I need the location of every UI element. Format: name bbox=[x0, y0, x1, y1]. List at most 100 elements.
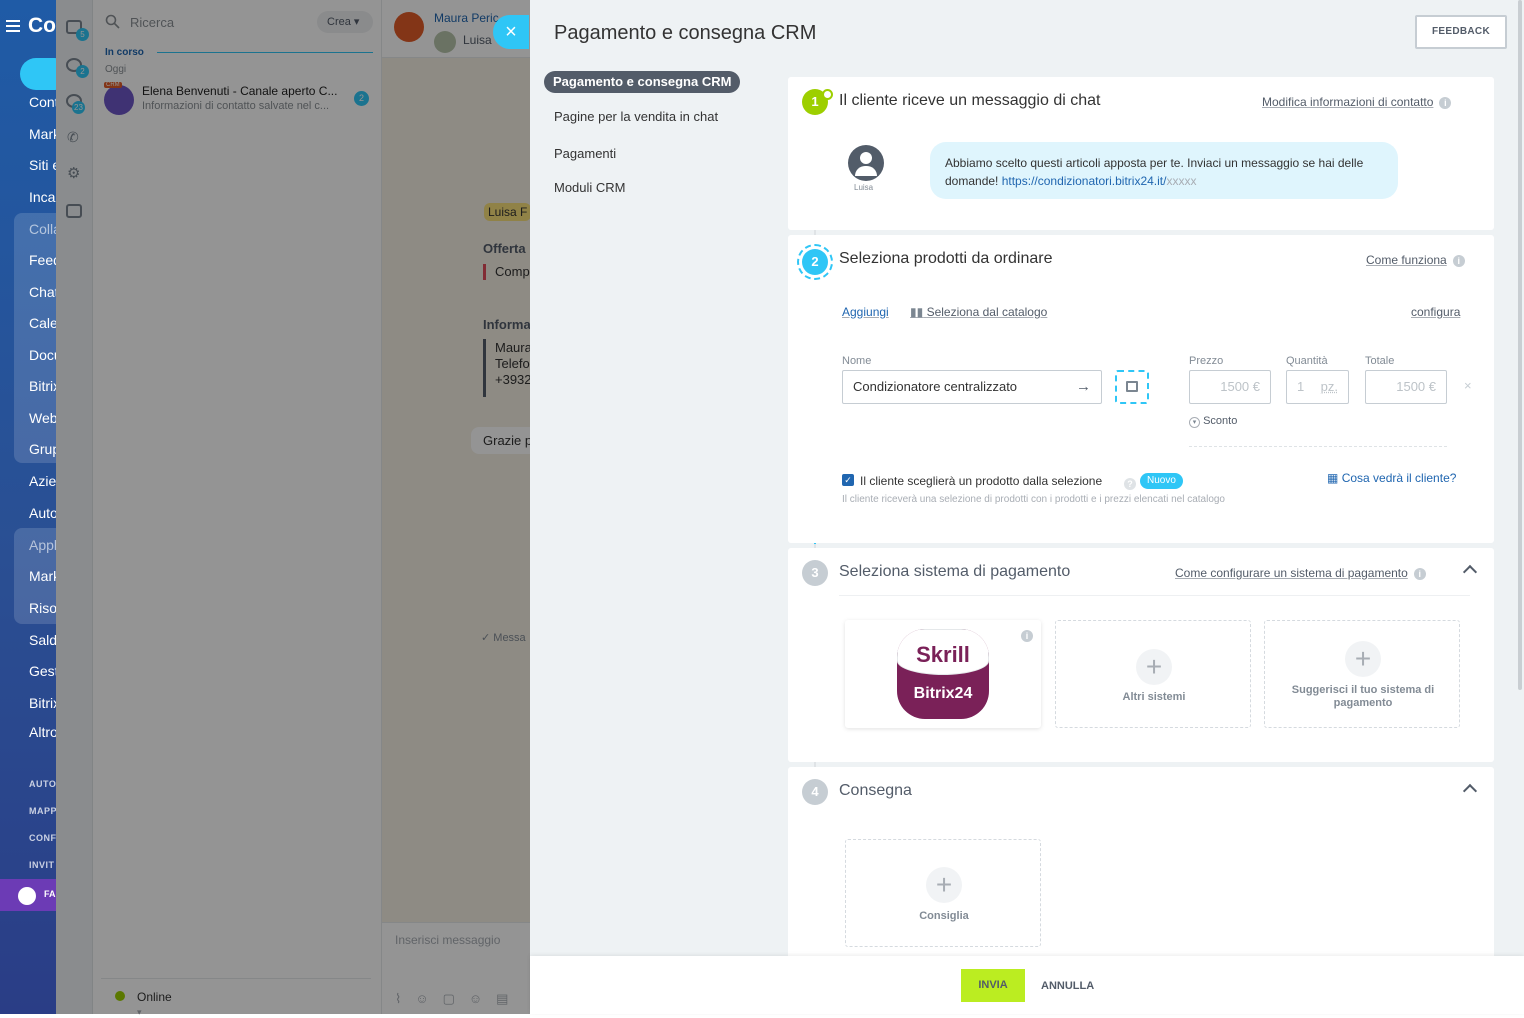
delivery-tile-recommend[interactable]: + Consiglia bbox=[845, 839, 1041, 947]
customer-preview-link[interactable]: ▦ Cosa vedrà il cliente? bbox=[1327, 471, 1456, 485]
menu-item[interactable]: Auto bbox=[29, 505, 56, 521]
discount-toggle[interactable]: ▾ Sconto bbox=[1189, 415, 1237, 428]
day-separator: Oggi bbox=[105, 64, 126, 75]
menu-item[interactable]: Grup bbox=[29, 441, 56, 457]
field-label: Quantità bbox=[1286, 355, 1328, 367]
product-name: Condizionatore centralizzato bbox=[853, 379, 1017, 394]
menu-item-chat-sales-pages[interactable]: Pagine per la vendita in chat bbox=[554, 109, 718, 124]
phone-icon[interactable]: ✆ bbox=[67, 129, 79, 146]
menu-item[interactable]: Azie bbox=[29, 473, 56, 489]
chevron-up-icon[interactable] bbox=[1463, 784, 1477, 798]
menu-small-item[interactable]: MAPP bbox=[29, 806, 56, 816]
step-card-4: 4 Consegna + Consiglia bbox=[788, 767, 1494, 967]
step-number: 3 bbox=[802, 560, 828, 586]
selection-checkbox[interactable]: ✓ bbox=[842, 474, 854, 486]
feedback-button[interactable]: FEEDBACK bbox=[1415, 15, 1507, 49]
message-input[interactable]: Inserisci messaggio bbox=[395, 933, 500, 947]
unread-badge: 2 bbox=[354, 91, 369, 106]
search-input[interactable]: Ricerca bbox=[130, 15, 174, 30]
how-it-works-link[interactable]: Come funziona i bbox=[1366, 253, 1465, 267]
chevron-up-icon[interactable] bbox=[1463, 565, 1477, 579]
link-text: Seleziona dal catalogo bbox=[927, 305, 1048, 319]
create-button[interactable]: Crea ▾ bbox=[317, 11, 373, 33]
menu-burger-icon[interactable] bbox=[6, 20, 20, 32]
menu-item[interactable]: Web bbox=[29, 410, 56, 426]
menu-item[interactable]: Docu bbox=[29, 347, 56, 363]
avatar bbox=[434, 31, 456, 53]
menu-item[interactable]: Altro bbox=[29, 724, 56, 740]
send-button[interactable]: INVIA bbox=[961, 969, 1025, 1002]
menu-item[interactable]: Bitrix bbox=[29, 378, 56, 394]
menu-small-item[interactable]: AUTO bbox=[29, 779, 56, 789]
info-icon[interactable]: i bbox=[1414, 568, 1426, 580]
link-text: Cosa vedrà il cliente? bbox=[1342, 471, 1457, 485]
menu-item[interactable]: Gest bbox=[29, 663, 56, 679]
menu-item[interactable]: Colla bbox=[29, 221, 56, 237]
unit-selector[interactable]: pz. bbox=[1321, 371, 1338, 403]
menu-item[interactable]: Bitrix bbox=[29, 695, 56, 711]
menu-item[interactable]: Mark bbox=[29, 568, 56, 584]
menu-small-item[interactable]: INVIT bbox=[29, 860, 55, 870]
menu-item[interactable]: Inca bbox=[29, 189, 55, 205]
tasks-icon[interactable] bbox=[66, 204, 82, 218]
divider bbox=[1189, 446, 1447, 447]
cancel-button[interactable]: ANNULLA bbox=[1041, 980, 1094, 992]
menu-item[interactable]: Sald bbox=[29, 632, 56, 648]
info-icon[interactable]: i bbox=[1021, 627, 1033, 642]
menu-item-payment-delivery[interactable]: Pagamento e consegna CRM bbox=[544, 71, 740, 93]
skrill-logo: Skrill Bitrix24 bbox=[897, 629, 989, 719]
menu-item[interactable]: Cont bbox=[29, 94, 56, 110]
new-badge: Nuovo bbox=[1140, 473, 1183, 489]
add-product-link[interactable]: Aggiungi bbox=[842, 305, 889, 319]
step-card-3: 3 Seleziona sistema di pagamento Come co… bbox=[788, 548, 1494, 762]
menu-item-payments[interactable]: Pagamenti bbox=[554, 146, 616, 161]
menu-item[interactable]: Chat bbox=[29, 284, 56, 300]
favorites-bar[interactable]: FA bbox=[0, 879, 56, 911]
main-left-menu: Co Cont Mark Siti e Inca Colla Feed Chat… bbox=[0, 0, 56, 1014]
payment-tile-other[interactable]: + Altri sistemi bbox=[1055, 620, 1251, 728]
contact-sub: Luisa bbox=[463, 33, 492, 47]
price-field[interactable]: 1500 € bbox=[1189, 370, 1271, 404]
quantity-field[interactable]: 1 pz. bbox=[1286, 370, 1349, 404]
arrow-right-icon[interactable]: → bbox=[1076, 371, 1091, 403]
menu-item[interactable]: Mark bbox=[29, 126, 56, 142]
product-image-upload[interactable] bbox=[1115, 370, 1149, 404]
product-name-field[interactable]: Condizionatore centralizzato → bbox=[842, 370, 1102, 404]
configure-payment-link[interactable]: Come configurare un sistema di pagamento… bbox=[1175, 566, 1426, 580]
preview-url[interactable]: https://condizionatori.bitrix24.it/ bbox=[1002, 174, 1167, 188]
payment-tile-suggest[interactable]: + Suggerisci il tuo sistema di pagamento bbox=[1264, 620, 1460, 728]
image-icon bbox=[1126, 381, 1138, 392]
help-icon[interactable]: ? bbox=[1124, 475, 1136, 490]
payment-tile-skrill[interactable]: i Skrill Bitrix24 bbox=[845, 620, 1041, 728]
menu-item[interactable]: Feed bbox=[29, 252, 56, 268]
favorites-label: FA bbox=[44, 889, 56, 899]
scrollbar[interactable] bbox=[1518, 0, 1522, 690]
contact-name[interactable]: Maura Peric bbox=[434, 11, 499, 25]
remove-icon[interactable]: × bbox=[1464, 378, 1472, 393]
quantity-value: 1 bbox=[1297, 379, 1304, 394]
select-from-catalog-link[interactable]: ▮▮ Seleziona dal catalogo bbox=[910, 305, 1047, 319]
menu-small-item[interactable]: CONF bbox=[29, 833, 56, 843]
chat-list-item[interactable]: CRM Elena Benvenuti - Canale aperto C...… bbox=[101, 82, 377, 120]
menu-item[interactable]: Riso bbox=[29, 600, 56, 616]
crm-payment-slider: Pagamento e consegna CRM FEEDBACK Pagame… bbox=[530, 0, 1524, 1014]
composer-icons[interactable]: ⌇☺▢☺▤ bbox=[395, 991, 522, 1007]
catalog-icon: ▮▮ bbox=[910, 305, 923, 319]
step-card-2: 2 Seleziona prodotti da ordinare Come fu… bbox=[788, 235, 1494, 543]
divider bbox=[839, 595, 1470, 596]
configure-link[interactable]: configura bbox=[1411, 305, 1460, 319]
menu-item-crm-forms[interactable]: Moduli CRM bbox=[554, 180, 626, 195]
checkbox-label: Il cliente sceglierà un prodotto dalla s… bbox=[860, 474, 1102, 488]
close-icon[interactable]: × bbox=[493, 15, 529, 49]
quote-bar bbox=[483, 339, 486, 397]
menu-item[interactable]: Cale bbox=[29, 315, 56, 331]
gear-icon[interactable]: ⚙ bbox=[67, 164, 80, 182]
menu-item[interactable]: Siti e bbox=[29, 157, 56, 173]
unread-badge: 23 bbox=[72, 101, 85, 114]
info-icon[interactable]: i bbox=[1453, 255, 1465, 267]
info-icon[interactable]: i bbox=[1439, 97, 1451, 109]
menu-item[interactable]: Appl bbox=[29, 537, 56, 553]
plus-icon: + bbox=[1136, 649, 1172, 685]
edit-contact-link[interactable]: Modifica informazioni di contatto i bbox=[1262, 95, 1451, 109]
avatar bbox=[394, 12, 424, 42]
